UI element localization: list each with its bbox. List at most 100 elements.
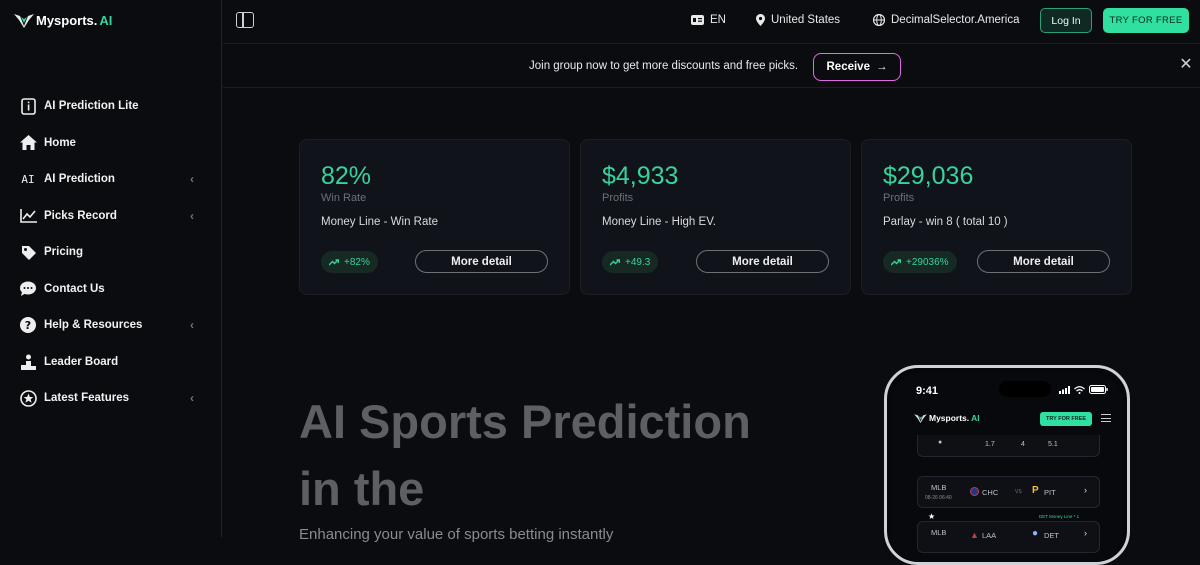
phone-status-icons bbox=[1059, 385, 1108, 394]
stat-change: +49.3 bbox=[625, 256, 651, 268]
pick-tag: DET Money Line * 1 bbox=[1039, 514, 1080, 519]
stat-card: $4,933 Profits Money Line - High EV. +49… bbox=[580, 139, 851, 295]
promo-banner: Join group now to get more discounts and… bbox=[223, 45, 1200, 88]
wifi-icon bbox=[1074, 385, 1085, 394]
more-detail-button[interactable]: More detail bbox=[415, 250, 548, 273]
signal-icon bbox=[1059, 385, 1070, 394]
home-icon bbox=[19, 134, 37, 152]
banner-text: Join group now to get more discounts and… bbox=[529, 60, 799, 72]
line-chart-icon bbox=[19, 207, 37, 225]
sidebar-item-label: Home bbox=[44, 136, 76, 149]
svg-text:?: ? bbox=[25, 319, 31, 332]
stat-change-badge: +49.3 bbox=[602, 251, 659, 273]
location-pin-icon bbox=[756, 14, 765, 26]
language-label: EN bbox=[710, 14, 726, 26]
phone-logo-text: Mysports. bbox=[929, 413, 970, 423]
phone-game-row: MLB ▲ LAA ● DET › bbox=[917, 521, 1100, 553]
stat-description: Money Line - High EV. bbox=[602, 216, 717, 228]
ai-text-icon: AI bbox=[21, 172, 35, 186]
sidebar-item-label: Latest Features bbox=[44, 392, 130, 405]
stat-caption: Win Rate bbox=[321, 192, 367, 204]
stat-card: $29,036 Profits Parlay - win 8 ( total 1… bbox=[861, 139, 1132, 295]
team-logo-icon: ● bbox=[938, 439, 943, 446]
sidebar-item-contact-us[interactable]: Contact Us bbox=[0, 271, 222, 308]
phone-game-row: MLB 08-26 06:40 CHC VS P PIT › bbox=[917, 476, 1100, 508]
hero-subtitle: Enhancing your value of sports betting i… bbox=[299, 526, 614, 543]
game-date: 08-26 06:40 bbox=[925, 495, 952, 501]
brand-logo[interactable]: Mysports. AI bbox=[14, 12, 112, 28]
logo-mark-icon bbox=[14, 14, 34, 28]
stat-caption: Profits bbox=[883, 192, 915, 204]
try-for-free-button[interactable]: TRY FOR FREE bbox=[1103, 8, 1189, 33]
stat-description: Money Line - Win Rate bbox=[321, 216, 438, 228]
sidebar-item-picks-record[interactable]: Picks Record ‹ bbox=[0, 198, 222, 235]
stat-caption: Profits bbox=[602, 192, 634, 204]
logo-text: Mysports. bbox=[36, 12, 98, 28]
logo-mark-icon bbox=[914, 414, 927, 423]
phone-odds-row: ● 1.7 4 5.1 bbox=[917, 435, 1100, 457]
sidebar-item-label: AI Prediction bbox=[44, 173, 115, 186]
team-logo-icon: P bbox=[1032, 485, 1039, 496]
sidebar-item-label: Pricing bbox=[44, 246, 83, 259]
language-selector[interactable]: EN bbox=[691, 0, 726, 40]
odds-format-selector[interactable]: DecimalSelector.America bbox=[873, 0, 1019, 40]
stat-value: $29,036 bbox=[883, 162, 974, 190]
chevron-left-icon[interactable]: ‹ bbox=[190, 172, 194, 186]
chevron-left-icon[interactable]: ‹ bbox=[190, 391, 194, 405]
region-label: United States bbox=[771, 14, 841, 26]
more-detail-button[interactable]: More detail bbox=[696, 250, 829, 273]
league-label: MLB bbox=[931, 528, 947, 537]
stat-change-badge: +29036% bbox=[883, 251, 957, 273]
phone-time: 9:41 bbox=[916, 385, 939, 397]
login-button[interactable]: Log In bbox=[1040, 8, 1092, 33]
more-detail-button[interactable]: More detail bbox=[977, 250, 1110, 273]
chevron-left-icon[interactable]: ‹ bbox=[190, 318, 194, 332]
star-icon: ★ bbox=[928, 512, 936, 521]
sidebar-item-label: AI Prediction Lite bbox=[44, 100, 139, 113]
receive-label: Receive bbox=[826, 61, 870, 73]
globe-icon bbox=[873, 14, 885, 26]
stat-change: +29036% bbox=[906, 256, 949, 268]
sidebar-nav: AI Prediction Lite Home AI AI Prediction… bbox=[0, 88, 222, 417]
sidebar-item-latest-features[interactable]: Latest Features ‹ bbox=[0, 380, 222, 417]
hero-title: AI Sports Prediction in the bbox=[299, 388, 751, 522]
receive-button[interactable]: Receive → bbox=[813, 53, 901, 81]
sidebar-item-ai-prediction[interactable]: AI AI Prediction ‹ bbox=[0, 161, 222, 198]
phone-mockup: 9:41 Mysports. AI TRY FOR FREE ● 1.7 4 5.… bbox=[884, 365, 1130, 565]
phone-logo: Mysports. AI bbox=[914, 413, 980, 423]
top-bar: EN United States DecimalSelector.America… bbox=[223, 0, 1200, 44]
chat-bubble-icon bbox=[19, 280, 37, 298]
sidebar-item-leader-board[interactable]: Leader Board bbox=[0, 344, 222, 381]
odds-format-label: DecimalSelector.America bbox=[891, 14, 1020, 26]
close-icon[interactable]: ✕ bbox=[1178, 57, 1194, 73]
stat-description: Parlay - win 8 ( total 10 ) bbox=[883, 216, 1008, 228]
stat-change: +82% bbox=[344, 256, 370, 268]
hero-title-line: AI Sports Prediction bbox=[299, 395, 751, 448]
stat-change-badge: +82% bbox=[321, 251, 378, 273]
logo-accent: AI bbox=[99, 12, 113, 28]
battery-icon bbox=[1089, 385, 1108, 394]
odds-value: 5.1 bbox=[1048, 441, 1058, 448]
team-logo-icon bbox=[970, 487, 979, 496]
region-selector[interactable]: United States bbox=[756, 0, 840, 40]
hero-title-line: in the bbox=[299, 462, 425, 515]
away-team: DET bbox=[1044, 531, 1059, 540]
stat-card: 82% Win Rate Money Line - Win Rate +82% … bbox=[299, 139, 570, 295]
trend-up-icon bbox=[329, 258, 339, 265]
sidebar-item-ai-prediction-lite[interactable]: AI Prediction Lite bbox=[0, 88, 222, 125]
hamburger-menu-icon bbox=[1101, 414, 1111, 422]
sidebar-item-home[interactable]: Home bbox=[0, 125, 222, 162]
phone-try-button: TRY FOR FREE bbox=[1040, 412, 1092, 426]
trend-up-icon bbox=[891, 258, 901, 265]
phone-logo-accent: AI bbox=[971, 413, 980, 423]
chevron-right-icon: › bbox=[1084, 485, 1087, 495]
odds-value: 1.7 bbox=[985, 441, 995, 448]
sidebar-item-pricing[interactable]: Pricing bbox=[0, 234, 222, 271]
phone-notch bbox=[999, 381, 1051, 397]
sidebar-item-help-resources[interactable]: ? Help & Resources ‹ bbox=[0, 307, 222, 344]
chevron-left-icon[interactable]: ‹ bbox=[190, 209, 194, 223]
vs-label: VS bbox=[1015, 489, 1022, 495]
team-logo-icon: ● bbox=[1032, 528, 1039, 539]
sidebar-toggle-icon[interactable] bbox=[236, 12, 254, 28]
sidebar: Mysports. AI AI Prediction Lite Home AI A… bbox=[0, 0, 222, 537]
